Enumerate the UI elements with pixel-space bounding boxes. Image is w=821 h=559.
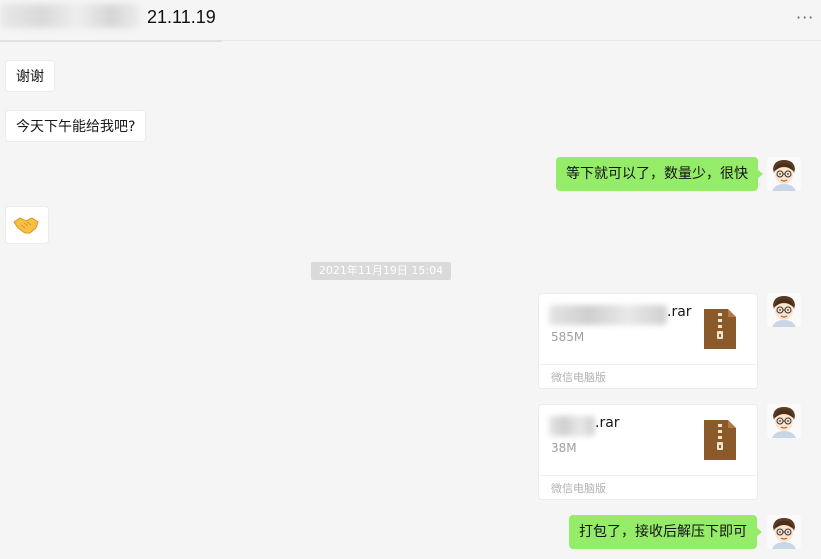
divider bbox=[539, 475, 757, 476]
avatar[interactable] bbox=[767, 157, 801, 191]
file-name: .rar bbox=[667, 304, 692, 320]
title-underline bbox=[0, 40, 222, 42]
file-name: .rar bbox=[595, 415, 620, 431]
message-text: 打包了，接收后解压下即可 bbox=[579, 524, 747, 540]
file-source: 微信电脑版 bbox=[551, 371, 606, 384]
avatar-icon bbox=[767, 515, 801, 549]
divider bbox=[539, 364, 757, 365]
more-options-icon[interactable]: ··· bbox=[796, 8, 814, 27]
message-text: 谢谢 bbox=[16, 69, 44, 85]
message-text: 今天下午能给我吧? bbox=[16, 119, 136, 135]
timestamp: 2021年11月19日 15:04 bbox=[311, 262, 451, 280]
avatar-icon bbox=[767, 157, 801, 191]
incoming-emoji-message[interactable] bbox=[5, 206, 49, 244]
file-message-2[interactable]: .rar 38M 微信电脑版 bbox=[538, 404, 758, 500]
file-name-blurred bbox=[549, 416, 595, 436]
avatar-icon bbox=[767, 293, 801, 327]
avatar[interactable] bbox=[767, 515, 801, 549]
contact-name-blurred bbox=[0, 4, 140, 28]
zip-file-icon bbox=[704, 420, 736, 460]
chat-title: 21.11.19 bbox=[147, 7, 216, 27]
outgoing-message-1[interactable]: 等下就可以了，数量少，很快 bbox=[556, 157, 763, 191]
file-size: 585M bbox=[551, 330, 585, 344]
file-message-1[interactable]: .rar 585M 微信电脑版 bbox=[538, 293, 758, 389]
incoming-message-2[interactable]: 今天下午能给我吧? bbox=[5, 110, 147, 142]
avatar[interactable] bbox=[767, 404, 801, 438]
chat-header: 21.11.19 ··· bbox=[0, 0, 821, 41]
file-name-blurred bbox=[549, 305, 667, 325]
avatar[interactable] bbox=[767, 293, 801, 327]
avatar-icon bbox=[767, 404, 801, 438]
handshake-icon bbox=[13, 217, 39, 234]
message-text: 等下就可以了，数量少，很快 bbox=[566, 166, 748, 182]
file-source: 微信电脑版 bbox=[551, 482, 606, 495]
zip-file-icon bbox=[704, 309, 736, 349]
outgoing-message-2[interactable]: 打包了，接收后解压下即可 bbox=[569, 515, 762, 549]
incoming-message-1[interactable]: 谢谢 bbox=[5, 60, 55, 92]
file-size: 38M bbox=[551, 441, 577, 455]
